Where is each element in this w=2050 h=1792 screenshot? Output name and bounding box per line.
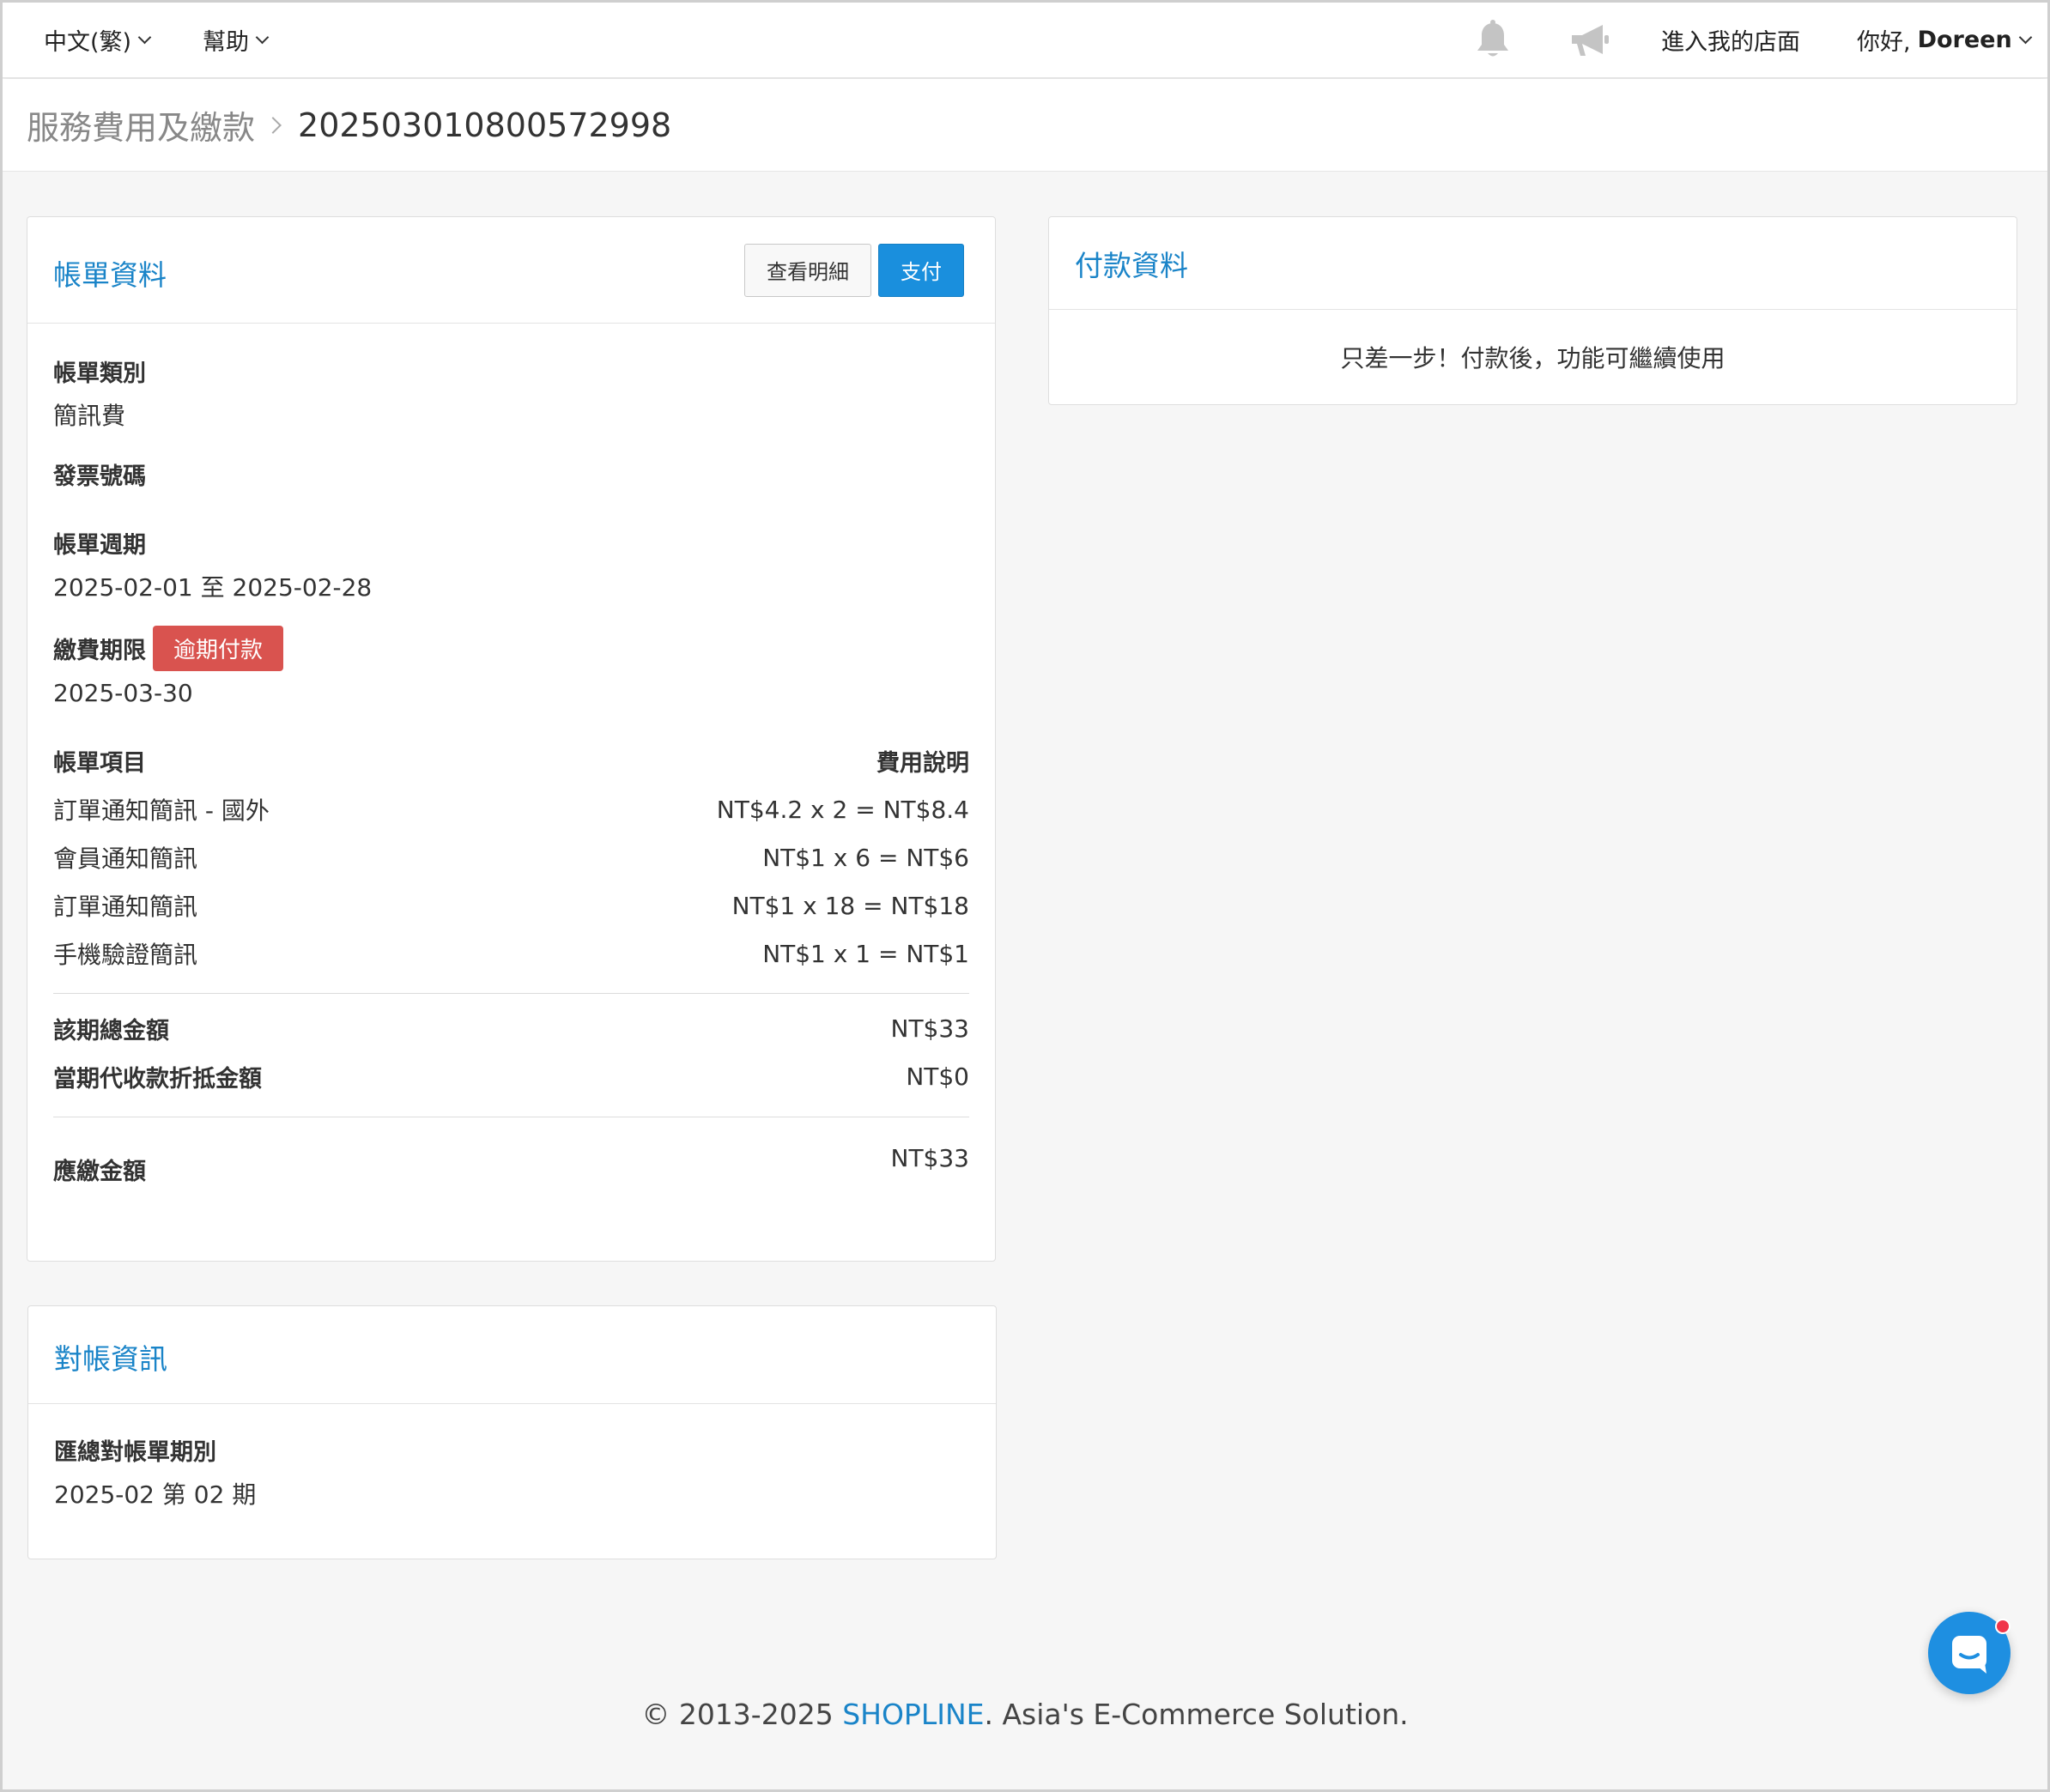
bill-info-panel: 帳單資料 查看明細 支付 帳單類別 簡訊費 發票號碼 帳單週期 2025-02-… [27,216,996,1262]
bill-item-fee: NT$1 x 6 = NT$6 [762,843,969,872]
megaphone-icon[interactable] [1565,16,1613,64]
period-total-value: NT$33 [890,1014,970,1043]
bill-item-row: 會員通知簡訊 NT$1 x 6 = NT$6 [53,840,969,875]
chevron-right-icon [264,116,282,134]
pay-button[interactable]: 支付 [878,243,964,297]
chat-launcher-button[interactable] [1928,1612,2011,1694]
top-navbar: 中文(繁) 幫助 進入我的店面 你好, Doreen [3,3,2047,78]
amount-due-label: 應繳金額 [53,1159,146,1185]
footer-tagline: . Asia's E-Commerce Solution. [984,1698,1409,1731]
bill-items-header: 帳單項目 [53,750,146,777]
username: Doreen [1917,27,2012,53]
view-details-button[interactable]: 查看明細 [744,243,871,297]
language-label: 中文(繁) [44,29,132,56]
notification-dot [1995,1619,2011,1634]
due-date-label: 繳費期限 [53,638,146,664]
fee-description-header: 費用說明 [876,750,969,777]
offset-amount-label: 當期代收款折抵金額 [53,1066,262,1093]
bill-item-name: 手機驗證簡訊 [53,941,198,969]
bill-item-name: 會員通知簡訊 [53,845,198,873]
enter-store-link[interactable]: 進入我的店面 [1661,23,1800,57]
footer-copyright: © 2013-2025 [641,1698,843,1731]
chevron-down-icon [137,30,152,45]
payment-info-title: 付款資料 [1075,248,1188,282]
help-dropdown[interactable]: 幫助 [203,23,270,57]
payment-info-panel: 付款資料 只差一步！付款後，功能可繼續使用 [1048,216,2017,405]
bill-item-name: 訂單通知簡訊 [53,893,198,921]
invoice-number-label: 發票號碼 [53,463,146,490]
bill-item-fee: NT$4.2 x 2 = NT$8.4 [716,795,969,824]
breadcrumb-current: 202503010800572998 [298,106,672,144]
bill-info-header: 帳單資料 查看明細 支付 [27,217,995,324]
bill-item-fee: NT$1 x 18 = NT$18 [731,891,969,920]
shopline-link[interactable]: SHOPLINE [842,1698,984,1731]
bill-type-value: 簡訊費 [53,402,126,430]
breadcrumb: 服務費用及繳款 202503010800572998 [3,79,2047,172]
bill-item-row: 訂單通知簡訊 - 國外 NT$4.2 x 2 = NT$8.4 [53,792,969,826]
chevron-down-icon [2018,30,2032,45]
billing-period-label: 帳單週期 [53,532,146,559]
payment-info-header: 付款資料 [1049,217,2017,310]
breadcrumb-parent-link[interactable]: 服務費用及繳款 [27,101,255,148]
offset-amount-value: NT$0 [906,1062,969,1091]
help-label: 幫助 [203,29,249,56]
billing-period-value: 2025-02-01 至 2025-02-28 [53,573,373,602]
bill-item-row: 訂單通知簡訊 NT$1 x 18 = NT$18 [53,888,969,923]
payment-message: 只差一步！付款後，功能可繼續使用 [1340,344,1726,372]
greeting: 你好, [1857,29,1911,56]
amount-due-value: NT$33 [890,1144,970,1172]
reconciliation-panel: 對帳資訊 匯總對帳單期別 2025-02 第 02 期 [27,1305,997,1559]
reconciliation-header: 對帳資訊 [28,1306,996,1404]
bell-icon[interactable] [1469,16,1517,64]
chevron-down-icon [255,30,270,45]
reconciliation-period-label: 匯總對帳單期別 [54,1439,216,1466]
divider [53,993,969,994]
overdue-badge: 逾期付款 [153,626,284,671]
period-total-label: 該期總金額 [53,1018,169,1044]
due-date-value: 2025-03-30 [53,679,193,707]
footer: © 2013-2025 SHOPLINE. Asia's E-Commerce … [0,1698,2050,1731]
bill-type-label: 帳單類別 [53,360,146,387]
reconciliation-period-value: 2025-02 第 02 期 [54,1480,257,1509]
reconciliation-title: 對帳資訊 [54,1341,167,1376]
language-dropdown[interactable]: 中文(繁) [44,23,152,57]
user-menu[interactable]: 你好, Doreen [1857,23,2032,57]
enter-store-label: 進入我的店面 [1661,29,1800,56]
bill-info-title: 帳單資料 [53,257,167,292]
bill-item-row: 手機驗證簡訊 NT$1 x 1 = NT$1 [53,936,969,971]
bill-item-name: 訂單通知簡訊 - 國外 [53,796,270,825]
bill-item-fee: NT$1 x 1 = NT$1 [762,939,969,968]
